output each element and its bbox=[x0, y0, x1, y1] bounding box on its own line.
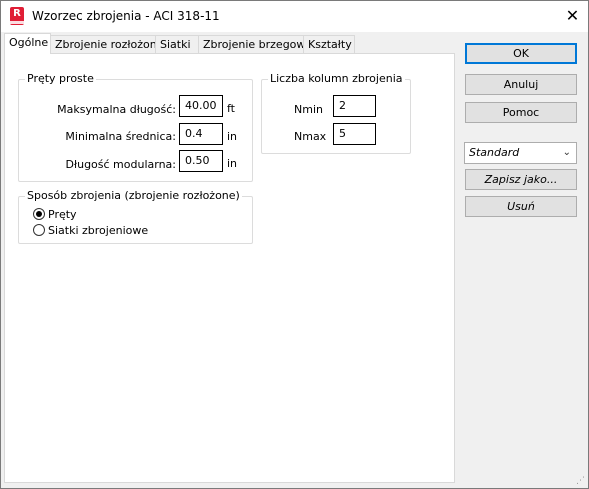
cancel-button[interactable]: Anuluj bbox=[465, 74, 577, 95]
straight-bars-legend: Pręty proste bbox=[25, 72, 96, 85]
tab-distributed-reinforcement[interactable]: Zbrojenie rozłożone bbox=[50, 35, 164, 53]
close-button[interactable]: ✕ bbox=[557, 1, 588, 32]
help-button[interactable]: Pomoc bbox=[465, 102, 577, 123]
max-length-field[interactable]: 40.00 bbox=[179, 95, 223, 117]
preset-select-value: Standard bbox=[469, 146, 520, 159]
tab-edge-reinforcement-label: Zbrojenie brzegowe bbox=[203, 38, 313, 51]
app-logo-icon: R bbox=[10, 7, 24, 25]
bars-radio[interactable] bbox=[33, 208, 45, 220]
bars-radio-label[interactable]: Pręty bbox=[48, 208, 77, 221]
tab-edge-reinforcement[interactable]: Zbrojenie brzegowe bbox=[198, 35, 312, 53]
reinforcement-method-legend: Sposób zbrojenia (zbrojenie rozłożone) bbox=[25, 189, 242, 202]
resize-grip-icon[interactable]: ⋰ bbox=[576, 476, 586, 486]
modular-length-label: Długość modularna: bbox=[65, 158, 177, 171]
tab-general-label: Ogólne bbox=[9, 36, 49, 49]
nmin-field[interactable]: 2 bbox=[333, 95, 376, 117]
modular-length-unit: in bbox=[227, 157, 238, 170]
tab-panel-general: Pręty proste Maksymalna długość: 40.00 f… bbox=[4, 53, 455, 483]
save-as-button[interactable]: Zapisz jako... bbox=[465, 169, 577, 190]
min-diameter-field[interactable]: 0.4 bbox=[179, 123, 223, 145]
columns-legend: Liczba kolumn zbrojenia bbox=[268, 72, 405, 85]
mesh-radio-label[interactable]: Siatki zbrojeniowe bbox=[48, 224, 148, 237]
min-diameter-label: Minimalna średnica: bbox=[65, 130, 176, 143]
tab-meshes[interactable]: Siatki bbox=[155, 35, 199, 53]
nmin-label: Nmin bbox=[294, 103, 323, 116]
window-title: Wzorzec zbrojenia - ACI 318-11 bbox=[32, 9, 220, 23]
close-icon: ✕ bbox=[565, 6, 580, 25]
tab-shapes[interactable]: Kształty bbox=[303, 35, 355, 53]
mesh-radio[interactable] bbox=[33, 224, 45, 236]
tab-general[interactable]: Ogólne bbox=[4, 33, 51, 54]
dialog-window: R Wzorzec zbrojenia - ACI 318-11 ✕ Ogóln… bbox=[0, 0, 589, 489]
tab-meshes-label: Siatki bbox=[160, 38, 191, 51]
modular-length-field[interactable]: 0.50 bbox=[179, 150, 223, 172]
tab-distributed-reinforcement-label: Zbrojenie rozłożone bbox=[55, 38, 164, 51]
nmax-field[interactable]: 5 bbox=[333, 123, 376, 145]
delete-button[interactable]: Usuń bbox=[465, 196, 577, 217]
min-diameter-unit: in bbox=[227, 130, 238, 143]
chevron-down-icon: ⌄ bbox=[562, 147, 571, 158]
title-bar[interactable]: R Wzorzec zbrojenia - ACI 318-11 ✕ bbox=[1, 1, 588, 32]
tab-shapes-label: Kształty bbox=[308, 38, 352, 51]
preset-select[interactable]: Standard ⌄ bbox=[464, 142, 577, 164]
max-length-label: Maksymalna długość: bbox=[57, 103, 176, 116]
ok-button[interactable]: OK bbox=[465, 43, 577, 64]
max-length-unit: ft bbox=[227, 102, 235, 115]
nmax-label: Nmax bbox=[294, 130, 327, 143]
